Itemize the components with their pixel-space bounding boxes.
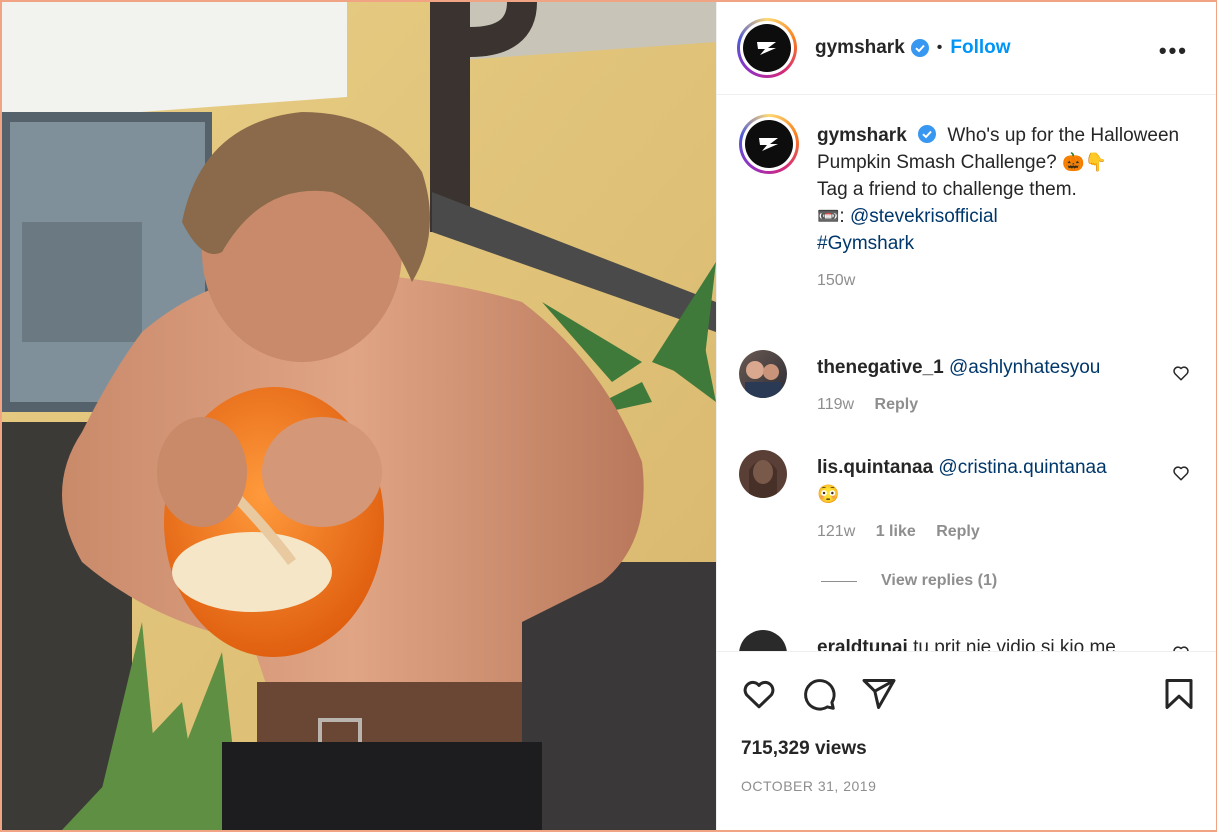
post-date[interactable]: OCTOBER 31, 2019 (741, 778, 876, 794)
credit-separator: : (839, 206, 845, 227)
like-comment-heart-icon[interactable] (1172, 464, 1190, 482)
gymshark-logo-icon (757, 42, 776, 55)
header-username[interactable]: gymshark (815, 37, 905, 59)
videocassette-icon: 📼 (817, 206, 840, 226)
comment-time[interactable]: 119w (817, 396, 854, 413)
comment-clip: eraldtunai tu prit nje vidio si kjo me (717, 622, 1216, 651)
gymshark-logo-icon (759, 138, 778, 151)
comment-time[interactable]: 121w (817, 523, 855, 540)
comment-username[interactable]: thenegative_1 (817, 357, 944, 378)
comment-emoji: 😳 (817, 484, 840, 504)
comment-mention[interactable]: @ashlynhatesyou (949, 357, 1100, 378)
bookmark-icon[interactable] (1161, 676, 1197, 712)
comment-icon[interactable] (801, 676, 837, 712)
avatar-photo (749, 460, 777, 498)
comment-item: eraldtunai tu prit nje vidio si kjo me (739, 630, 1196, 651)
reply-button[interactable]: Reply (936, 523, 980, 540)
caption-line2: Tag a friend to challenge them. (817, 179, 1077, 200)
video-frame-illustration (2, 2, 716, 830)
heart-icon[interactable] (741, 676, 777, 712)
commenter-avatar[interactable] (739, 630, 787, 651)
replies-divider (821, 580, 857, 582)
caption-emojis: 🎃👇 (1062, 152, 1107, 172)
header-separator: • (936, 39, 943, 56)
comment-item: lis.quintanaa @cristina.quintanaa 😳 121w… (739, 450, 1196, 550)
caption-timestamp[interactable]: 150w (817, 267, 1197, 294)
view-replies[interactable]: View replies (1) (821, 572, 997, 590)
view-count[interactable]: 715,329 views (741, 738, 867, 760)
comment-username[interactable]: eraldtunai (817, 637, 908, 651)
share-icon[interactable] (861, 676, 897, 712)
verified-icon (910, 39, 929, 57)
commenter-avatar[interactable] (739, 350, 787, 398)
more-options-icon[interactable]: ••• (1159, 38, 1188, 64)
credit-mention-link[interactable]: @stevekrisofficial (850, 206, 998, 227)
like-comment-heart-icon[interactable] (1172, 364, 1190, 382)
caption-username[interactable]: gymshark (817, 125, 907, 146)
comment-username[interactable]: lis.quintanaa (817, 457, 933, 478)
reply-button[interactable]: Reply (875, 396, 919, 413)
verified-icon (918, 125, 937, 143)
action-bar: 715,329 views OCTOBER 31, 2019 (717, 651, 1216, 831)
like-comment-heart-icon[interactable] (1172, 644, 1190, 651)
caption-avatar[interactable] (739, 114, 799, 174)
profile-avatar[interactable] (737, 18, 797, 78)
commenter-avatar[interactable] (739, 450, 787, 498)
post-video[interactable] (2, 2, 716, 830)
comment-text: tu prit nje vidio si kjo me (913, 637, 1116, 651)
post-header: gymshark • Follow ••• (717, 2, 1216, 95)
hashtag-link[interactable]: #Gymshark (817, 233, 914, 254)
post-sidebar: gymshark • Follow ••• gymshark Who's up … (716, 2, 1216, 830)
avatar-photo (745, 361, 781, 398)
comment-likes[interactable]: 1 like (876, 523, 916, 540)
view-replies-button[interactable]: View replies (1) (881, 572, 997, 590)
comment-item: thenegative_1 @ashlynhatesyou 119w Reply (739, 350, 1196, 430)
comment-mention[interactable]: @cristina.quintanaa (938, 457, 1106, 478)
follow-button[interactable]: Follow (950, 37, 1010, 59)
